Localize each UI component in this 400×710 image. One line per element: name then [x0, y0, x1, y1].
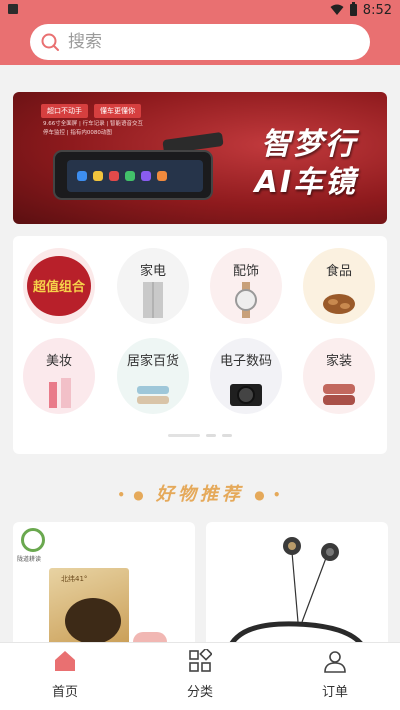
category-label: 美妆 [45, 354, 72, 369]
tab-label: 订单 [321, 685, 348, 700]
tab-label: 首页 [51, 685, 78, 700]
user-icon [324, 651, 346, 673]
blanket-icon [323, 384, 355, 405]
fridge-icon [143, 282, 163, 318]
category-grid: 超值组合 家电 配饰 食品 美妆 居家百货 电子数码 家装 [13, 236, 387, 454]
product-box-text: 北纬41° [61, 575, 88, 583]
category-food[interactable]: 食品 [303, 248, 375, 324]
category-appliances[interactable]: 家电 [117, 248, 189, 324]
header: 8:52 [0, 0, 400, 65]
category-label: 食品 [325, 264, 352, 279]
category-bundle[interactable]: 超值组合 [23, 248, 95, 324]
category-household[interactable]: 居家百货 [117, 338, 189, 414]
category-label: 家装 [325, 354, 352, 369]
category-label: 配饰 [232, 264, 259, 279]
grid-icon [189, 649, 212, 672]
product-card[interactable]: 陇道耕读 北纬41° [13, 522, 195, 652]
earphones-image [225, 537, 369, 652]
product-seal [65, 598, 121, 644]
banner-tags: 超口不动手 懂车更懂你 [41, 104, 141, 118]
app-icon [141, 171, 151, 181]
app-icon [157, 171, 167, 181]
app-icon [109, 171, 119, 181]
section-title-text: 好物推荐 [156, 484, 244, 505]
banner-title-line: 智梦行 [261, 127, 357, 162]
app-icon [93, 171, 103, 181]
page-dot [222, 434, 232, 437]
brand-logo-icon [21, 528, 45, 552]
category-label: 超值组合 [32, 280, 85, 295]
category-label: 居家百货 [126, 354, 179, 369]
search-icon [41, 33, 59, 51]
mirror-screen [67, 160, 203, 192]
decoration-dots-icon: • ● [117, 488, 146, 502]
battery-icon [349, 2, 357, 16]
brand-name: 陇道耕读 [17, 556, 42, 563]
rearview-mirror-image [53, 150, 213, 200]
banner-feature-line: 9.66寸全面屏 | 行车记录 | 智能语音交互 [43, 121, 143, 127]
page-dot [168, 434, 200, 437]
category-home-decor[interactable]: 家装 [303, 338, 375, 414]
tab-label: 分类 [186, 685, 213, 700]
status-bar: 8:52 [0, 0, 400, 20]
decoration-dots-icon: ● • [254, 488, 283, 502]
tab-home[interactable]: 首页 [15, 649, 115, 700]
nuts-icon [323, 294, 355, 314]
notification-icon [8, 4, 18, 14]
product-card[interactable] [206, 522, 388, 652]
banner-title-line: AI车镜 [254, 165, 357, 200]
status-time: 8:52 [362, 2, 392, 18]
status-right: 8:52 [330, 1, 392, 19]
towel-icon [137, 386, 169, 404]
camera-icon [230, 384, 262, 406]
category-cosmetics[interactable]: 美妆 [23, 338, 95, 414]
wifi-icon [330, 4, 344, 15]
page-dot [206, 434, 216, 437]
banner-features: 9.66寸全面屏 | 行车记录 | 智能语音交互 停车监控 | 指有内0080动… [43, 120, 143, 138]
category-accessories[interactable]: 配饰 [210, 248, 282, 324]
page-indicator [168, 434, 232, 437]
tab-category[interactable]: 分类 [150, 649, 250, 700]
home-icon [55, 651, 75, 671]
category-electronics[interactable]: 电子数码 [210, 338, 282, 414]
category-label: 电子数码 [219, 354, 272, 369]
banner-tag: 懂车更懂你 [94, 104, 141, 118]
search-input[interactable] [68, 32, 348, 52]
category-label: 家电 [139, 264, 166, 279]
app-icon [125, 171, 135, 181]
banner-title: 智梦行 AI车镜 [255, 126, 357, 202]
banner-tag: 超口不动手 [41, 104, 88, 118]
app-icon [77, 171, 87, 181]
section-title: • ● 好物推荐 ● • [0, 480, 400, 506]
lipstick-icon [49, 378, 71, 408]
tab-bar: 首页 分类 订单 [0, 642, 400, 710]
banner-feature-line: 停车监控 | 指有内0080动图 [43, 130, 112, 136]
watch-icon [235, 282, 257, 318]
search-bar[interactable] [30, 24, 370, 60]
promo-banner[interactable]: 超口不动手 懂车更懂你 9.66寸全面屏 | 行车记录 | 智能语音交互 停车监… [13, 92, 387, 224]
tab-orders[interactable]: 订单 [285, 649, 385, 700]
